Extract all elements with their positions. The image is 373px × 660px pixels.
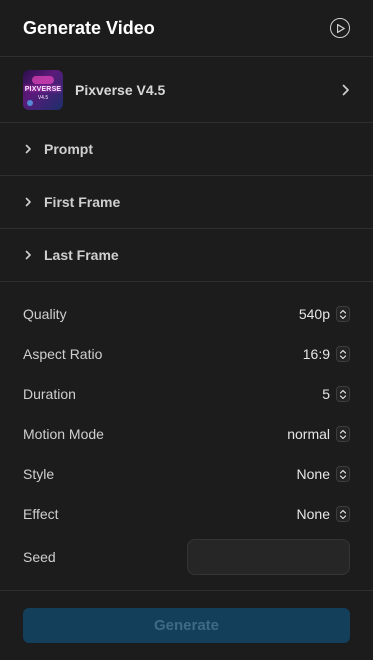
up-down-chevron-icon[interactable]: [336, 386, 350, 402]
up-down-chevron-icon[interactable]: [336, 306, 350, 322]
section-last-frame[interactable]: Last Frame: [0, 229, 373, 282]
setting-value: 16:9: [302, 346, 330, 362]
motion-mode-select[interactable]: normal: [287, 426, 350, 442]
section-label: Last Frame: [44, 247, 119, 263]
setting-value: None: [296, 466, 330, 482]
model-selector[interactable]: PIXVERSE V4.5 Pixverse V4.5: [0, 57, 373, 123]
play-circle-icon[interactable]: [330, 18, 350, 38]
setting-label: Style: [23, 466, 55, 482]
setting-quality: Quality 540p: [23, 294, 350, 334]
seed-input[interactable]: [187, 539, 350, 575]
setting-label: Effect: [23, 506, 59, 522]
setting-motion-mode: Motion Mode normal: [23, 414, 350, 454]
setting-label: Motion Mode: [23, 426, 104, 442]
setting-label: Seed: [23, 549, 56, 565]
setting-label: Duration: [23, 386, 76, 402]
model-thumbnail: PIXVERSE V4.5: [23, 69, 63, 110]
thumbnail-glow: [32, 75, 54, 84]
setting-effect: Effect None: [23, 494, 350, 534]
chevron-right-icon: [25, 197, 32, 207]
quality-select[interactable]: 540p: [299, 306, 350, 322]
section-label: First Frame: [44, 194, 121, 210]
setting-value: normal: [287, 426, 330, 442]
setting-label: Aspect Ratio: [23, 346, 103, 362]
chevron-right-icon: [25, 250, 32, 260]
panel-header: Generate Video: [0, 0, 373, 57]
footer: Generate: [0, 590, 373, 643]
settings-list: Quality 540p Aspect Ratio 16:9 Duration …: [0, 294, 373, 578]
setting-value: 5: [322, 386, 330, 402]
up-down-chevron-icon[interactable]: [336, 466, 350, 482]
model-name: Pixverse V4.5: [75, 81, 166, 98]
setting-aspect-ratio: Aspect Ratio 16:9: [23, 334, 350, 374]
generate-button[interactable]: Generate: [23, 608, 350, 643]
setting-label: Quality: [23, 306, 67, 322]
thumbnail-version-text: V4.5: [37, 94, 49, 101]
setting-value: 540p: [298, 306, 330, 322]
section-first-frame[interactable]: First Frame: [0, 176, 373, 229]
chevron-right-icon: [25, 144, 32, 154]
up-down-chevron-icon[interactable]: [336, 346, 350, 362]
duration-select[interactable]: 5: [322, 386, 350, 402]
section-label: Prompt: [44, 141, 93, 157]
thumbnail-logo-text: PIXVERSE: [24, 85, 62, 93]
setting-seed: Seed: [23, 536, 350, 578]
setting-value: None: [296, 506, 330, 522]
up-down-chevron-icon[interactable]: [336, 506, 350, 522]
setting-duration: Duration 5: [23, 374, 350, 414]
chevron-right-icon: [342, 84, 350, 96]
section-prompt[interactable]: Prompt: [0, 123, 373, 176]
setting-style: Style None: [23, 454, 350, 494]
aspect-ratio-select[interactable]: 16:9: [303, 346, 350, 362]
page-title: Generate Video: [23, 17, 155, 38]
style-select[interactable]: None: [297, 466, 350, 482]
up-down-chevron-icon[interactable]: [336, 426, 350, 442]
effect-select[interactable]: None: [297, 506, 350, 522]
